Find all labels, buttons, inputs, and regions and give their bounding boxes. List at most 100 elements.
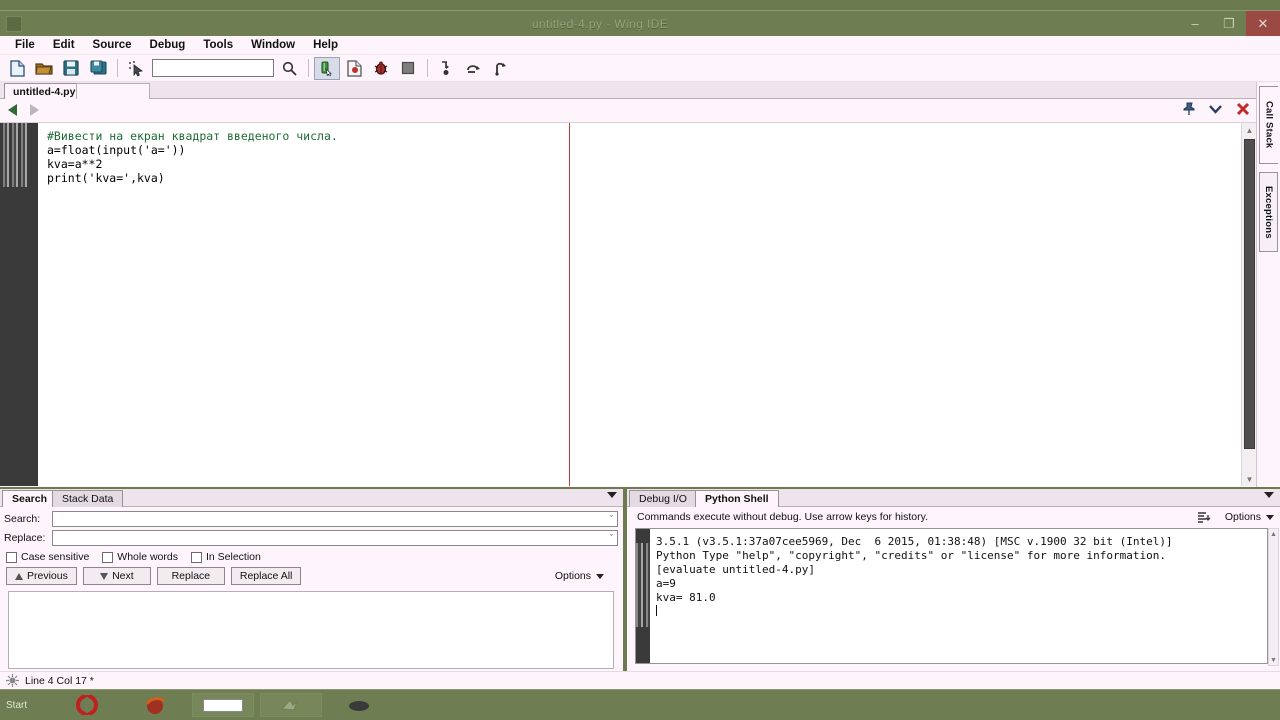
close-icon[interactable] [1236,102,1250,116]
code-line-comment: #Вивести на екран квадрат введеного числ… [47,129,338,143]
breakpoint-gutter[interactable] [0,123,38,486]
step-into-icon[interactable] [433,57,459,80]
start-button[interactable]: Start [6,700,50,711]
checkbox-label: Case sensitive [21,551,90,563]
editor-tab-strip: untitled-4.py [0,82,1256,99]
menu-item-tools[interactable]: Tools [194,37,242,53]
menu-item-file[interactable]: File [6,37,44,53]
shell-vertical-scrollbar[interactable]: ▲ ▼ [1268,528,1279,666]
replace-dropdown-icon[interactable]: ˇ [610,533,613,543]
toolbar-separator-2 [308,59,309,77]
bug-icon[interactable] [368,57,394,80]
nav-back-button[interactable] [8,104,22,118]
taskbar-item-firefox[interactable] [124,693,186,717]
step-over-icon[interactable] [460,57,486,80]
caret-down-icon [1266,514,1274,520]
code-line-1: a=float(input('a=')) [47,143,186,157]
tab-debug-io[interactable]: Debug I/O [629,490,697,507]
menu-item-edit[interactable]: Edit [44,37,84,53]
save-icon[interactable] [58,57,84,80]
tab-stack-data[interactable]: Stack Data [52,490,124,507]
search-icon[interactable] [276,57,302,80]
panel-menu-caret-icon[interactable] [607,492,617,498]
dock-tab-call-stack[interactable]: Call Stack [1259,86,1278,164]
nav-forward-button[interactable] [30,104,44,118]
step-out-icon[interactable] [487,57,513,80]
shell-menu-caret-icon[interactable] [1264,492,1274,498]
select-pointer-icon[interactable] [123,57,149,80]
maximize-button[interactable]: ❐ [1212,11,1246,37]
menu-item-window[interactable]: Window [242,37,304,53]
scroll-down-icon[interactable]: ▼ [1242,472,1257,486]
taskbar-item-opera[interactable] [56,693,118,717]
menu-item-help[interactable]: Help [304,37,347,53]
editor-tab-untitled-4[interactable]: untitled-4.py [4,83,85,99]
checkbox-box[interactable] [102,551,114,563]
shell-output-text[interactable]: 3.5.1 (v3.5.1:37a07cee5969, Dec 6 2015, … [650,529,1267,663]
caret-down-icon [596,573,604,579]
minimize-button[interactable]: – [1178,11,1212,37]
wing-ide-window: untitled-4.py - Wing IDE – ❐ ✕ File Edit… [0,0,1280,720]
open-folder-icon[interactable] [31,57,57,80]
stop-icon[interactable] [395,57,421,80]
next-button[interactable]: Next [82,567,151,585]
checkbox-box[interactable] [190,551,202,563]
toolbar-search-input[interactable] [152,59,274,77]
dock-tab-exceptions[interactable]: Exceptions [1259,172,1278,252]
scroll-up-icon[interactable]: ▲ [1269,529,1278,539]
shell-output-area[interactable]: 3.5.1 (v3.5.1:37a07cee5969, Dec 6 2015, … [635,528,1279,666]
code-text-area[interactable]: #Вивести на екран квадрат введеного числ… [38,123,1241,486]
menu-item-source[interactable]: Source [84,37,141,53]
arrow-down-icon [100,572,109,580]
search-results-area[interactable] [8,591,614,669]
shell-options-menu[interactable]: Options [1225,511,1274,523]
replace-button[interactable]: Replace [156,567,225,585]
code-line-2: kva=a**2 [47,157,103,171]
checkbox-case-sensitive[interactable]: Case sensitive [6,551,89,563]
tab-python-shell[interactable]: Python Shell [695,490,779,507]
scroll-up-icon[interactable]: ▲ [1242,123,1257,137]
checkbox-label: In Selection [205,551,261,563]
checkbox-whole-words[interactable]: Whole words [102,551,178,563]
toolbar-separator [117,59,118,77]
search-options-menu[interactable]: Options [555,570,604,582]
debug-file-icon[interactable] [341,57,367,80]
pin-icon[interactable] [1183,102,1195,116]
taskbar-item-mouse[interactable] [328,693,390,717]
shell-panel: Debug I/O Python Shell Commands execute … [627,489,1280,671]
code-line-3: print('kva=',kva) [47,171,165,185]
wrap-lines-icon[interactable] [1197,511,1211,524]
arrow-up-icon [15,572,23,580]
new-file-icon[interactable] [4,57,30,80]
menu-bar: File Edit Source Debug Tools Window Help [0,36,1280,55]
checkbox-in-selection[interactable]: In Selection [190,551,261,563]
replace-all-button[interactable]: Replace All [230,567,302,585]
checkbox-label: Whole words [117,551,178,563]
editor-header [0,99,1256,123]
taskbar-item-window[interactable] [192,693,254,717]
cursor-position-text: Line 4 Col 17 * [25,674,94,687]
run-icon[interactable] [314,56,340,80]
checkbox-box[interactable] [6,551,17,563]
title-bar: untitled-4.py - Wing IDE – ❐ ✕ [0,10,1280,37]
replace-input[interactable]: ˇ [52,530,618,546]
close-button[interactable]: ✕ [1246,10,1280,37]
previous-button[interactable]: Previous [6,567,77,585]
menu-item-debug[interactable]: Debug [141,37,195,53]
taskbar: Start [0,689,1280,720]
taskbar-item-wing-ide[interactable] [260,693,322,717]
shell-hint: Commands execute without debug. Use arro… [637,511,929,523]
search-input[interactable]: ˇ [52,511,618,527]
tab-search[interactable]: Search [2,490,58,507]
search-dropdown-icon[interactable]: ˇ [610,514,613,524]
scrollbar-thumb[interactable] [1244,139,1255,449]
save-all-icon[interactable] [85,57,111,80]
shell-options-label: Options [1224,511,1261,523]
editor-vertical-scrollbar[interactable]: ▲ ▼ [1241,123,1256,486]
chevron-down-icon[interactable] [1209,104,1222,114]
shell-output: 3.5.1 (v3.5.1:37a07cee5969, Dec 6 2015, … [656,535,1173,604]
app-icon [6,15,22,32]
margin-ruler [569,123,570,486]
replace-label: Replace: [4,532,46,544]
scroll-down-icon[interactable]: ▼ [1269,655,1278,665]
